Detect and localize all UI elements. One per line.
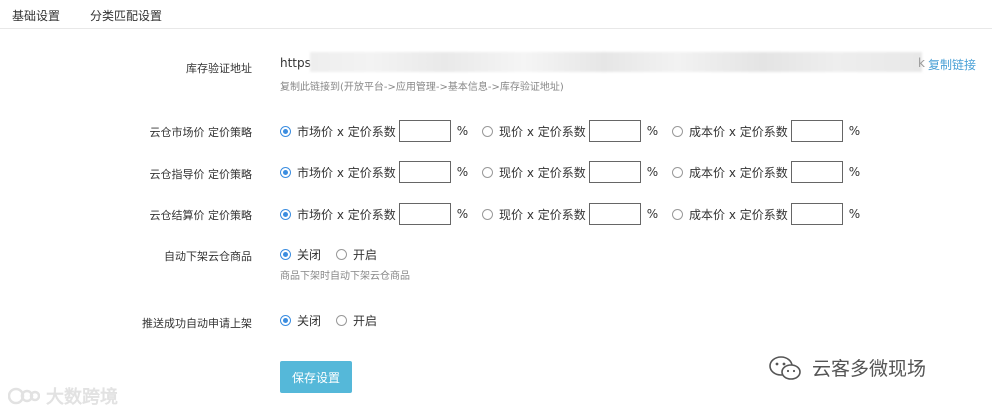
settlement-price-strategy-label: 云仓结算价 定价策略 (149, 209, 253, 222)
auto-delist-help: 商品下架时自动下架云仓商品 (280, 271, 410, 282)
wechat-icon (769, 355, 801, 380)
settlement-price-option-current[interactable]: 现价 x 定价系数 % (482, 203, 658, 225)
coefficient-input[interactable] (398, 161, 451, 183)
option-label: 成本价 x 定价系数 (689, 165, 788, 180)
radio-current-price[interactable] (482, 125, 493, 137)
coefficient-input[interactable] (398, 120, 451, 142)
radio-off[interactable] (280, 248, 291, 260)
option-label: 现价 x 定价系数 (499, 165, 586, 180)
inventory-url-suffix: k (918, 56, 925, 70)
coefficient-input[interactable] (588, 120, 641, 142)
coefficient-input[interactable] (790, 120, 843, 142)
option-label: 现价 x 定价系数 (499, 124, 586, 139)
radio-on[interactable] (336, 314, 347, 326)
percent-unit: % (646, 124, 659, 138)
percent-unit: % (646, 207, 659, 221)
settlement-price-option-market[interactable]: 市场价 x 定价系数 % (280, 203, 468, 225)
guide-price-option-current[interactable]: 现价 x 定价系数 % (482, 161, 658, 183)
radio-cost-price[interactable] (672, 125, 683, 137)
percent-unit: % (456, 207, 469, 221)
coefficient-input[interactable] (588, 161, 641, 183)
radio-cost-price[interactable] (672, 208, 683, 220)
auto-listing-on-option[interactable]: 开启 (336, 309, 377, 331)
option-label: 现价 x 定价系数 (499, 207, 586, 222)
option-label: 成本价 x 定价系数 (689, 207, 788, 222)
percent-unit: % (848, 124, 861, 138)
percent-unit: % (848, 207, 861, 221)
radio-current-price[interactable] (482, 166, 493, 178)
auto-delist-label: 自动下架云仓商品 (164, 250, 252, 263)
inventory-url-label: 库存验证地址 (186, 62, 252, 75)
coefficient-input[interactable] (790, 203, 843, 225)
auto-delist-off-option[interactable]: 关闭 (280, 243, 321, 265)
radio-cost-price[interactable] (672, 166, 683, 178)
option-label: 市场价 x 定价系数 (297, 124, 396, 139)
brand-logo-icon (8, 387, 40, 405)
guide-price-option-cost[interactable]: 成本价 x 定价系数 % (672, 161, 860, 183)
radio-off[interactable] (280, 314, 291, 326)
option-label: 开启 (353, 313, 378, 328)
radio-current-price[interactable] (482, 208, 493, 220)
option-label: 关闭 (297, 247, 322, 262)
coefficient-input[interactable] (588, 203, 641, 225)
radio-market-price[interactable] (280, 166, 291, 178)
market-price-strategy-label: 云仓市场价 定价策略 (149, 126, 253, 139)
percent-unit: % (646, 165, 659, 179)
option-label: 市场价 x 定价系数 (297, 165, 396, 180)
coefficient-input[interactable] (398, 203, 451, 225)
percent-unit: % (848, 165, 861, 179)
option-label: 市场价 x 定价系数 (297, 207, 396, 222)
guide-price-strategy-label: 云仓指导价 定价策略 (149, 168, 253, 181)
market-price-option-cost[interactable]: 成本价 x 定价系数 % (672, 120, 860, 142)
inventory-url-help: 复制此链接到(开放平台->应用管理->基本信息->库存验证地址) (280, 82, 564, 93)
radio-on[interactable] (336, 248, 347, 260)
market-price-option-current[interactable]: 现价 x 定价系数 % (482, 120, 658, 142)
option-label: 成本价 x 定价系数 (689, 124, 788, 139)
copy-link-button[interactable]: 复制链接 (928, 56, 976, 73)
save-settings-button[interactable]: 保存设置 (280, 361, 352, 393)
tab-category-matching[interactable]: 分类匹配设置 (90, 7, 162, 24)
settlement-price-option-cost[interactable]: 成本价 x 定价系数 % (672, 203, 860, 225)
option-label: 关闭 (297, 313, 322, 328)
percent-unit: % (456, 165, 469, 179)
radio-market-price[interactable] (280, 125, 291, 137)
watermark-left-text: 大数跨境 (46, 387, 118, 408)
market-price-option-market[interactable]: 市场价 x 定价系数 % (280, 120, 468, 142)
auto-listing-off-option[interactable]: 关闭 (280, 309, 321, 331)
watermark-right: 云客多微现场 (768, 354, 926, 381)
auto-listing-label: 推送成功自动申请上架 (142, 317, 252, 330)
auto-delist-on-option[interactable]: 开启 (336, 243, 377, 265)
radio-market-price[interactable] (280, 208, 291, 220)
inventory-url-redacted (310, 52, 922, 72)
watermark-right-text: 云客多微现场 (812, 358, 927, 380)
coefficient-input[interactable] (790, 161, 843, 183)
option-label: 开启 (353, 247, 378, 262)
guide-price-option-market[interactable]: 市场价 x 定价系数 % (280, 161, 468, 183)
watermark-left: 大数跨境 (8, 383, 118, 409)
tab-basic-settings[interactable]: 基础设置 (12, 7, 60, 24)
tab-bar: 基础设置 分类匹配设置 (0, 0, 992, 29)
percent-unit: % (456, 124, 469, 138)
